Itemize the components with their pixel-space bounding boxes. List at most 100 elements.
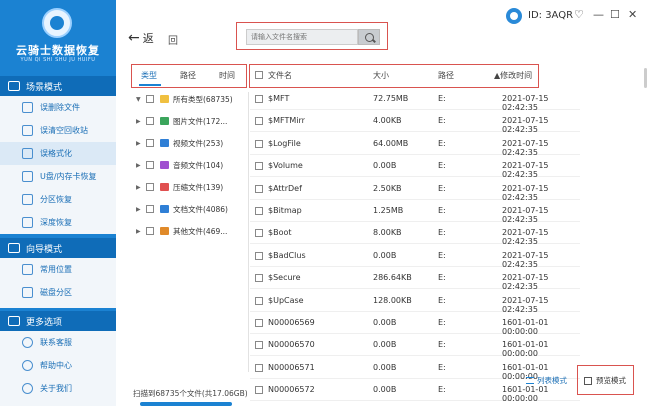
section-more-options[interactable]: 更多选项: [0, 311, 116, 331]
tree-checkbox[interactable]: [146, 205, 154, 213]
file-path: E:: [438, 161, 446, 171]
file-modified: 2021-07-15 02:42:35: [502, 161, 549, 180]
tree-checkbox[interactable]: [146, 183, 154, 191]
row-checkbox[interactable]: [255, 229, 263, 238]
sidebar-item-help[interactable]: 帮助中心: [0, 354, 116, 377]
expand-caret-icon[interactable]: ▶: [136, 228, 146, 235]
close-icon[interactable]: ✕: [628, 8, 637, 21]
row-checkbox[interactable]: [255, 363, 263, 372]
tree-item[interactable]: ▶ 图片文件(172...: [136, 114, 227, 128]
grid-icon: [584, 376, 592, 385]
file-row[interactable]: $Boot 8.00KB E: 2021-07-15 02:42:35: [250, 222, 580, 246]
file-row[interactable]: $Bitmap 1.25MB E: 2021-07-15 02:42:35: [250, 200, 580, 224]
sidebar-item-common-location[interactable]: 常用位置: [0, 258, 116, 281]
column-size[interactable]: 大小: [373, 70, 389, 81]
search-input[interactable]: [246, 29, 358, 45]
file-row[interactable]: $Volume 0.00B E: 2021-07-15 02:42:35: [250, 155, 580, 180]
refresh-button[interactable]: 回: [168, 32, 178, 47]
row-checkbox[interactable]: [255, 274, 263, 283]
sidebar-item-deleted-files[interactable]: 误删除文件: [0, 96, 116, 119]
preview-mode-button[interactable]: 预览模式: [584, 375, 626, 386]
section-wizard-mode[interactable]: 向导模式: [0, 238, 116, 258]
file-size: 286.64KB: [373, 273, 412, 283]
tree-item[interactable]: ▶ 文档文件(4086): [136, 202, 228, 216]
row-checkbox[interactable]: [255, 162, 263, 171]
sidebar-item-usb[interactable]: U盘/内存卡恢复: [0, 165, 116, 188]
tree-checkbox[interactable]: [146, 227, 154, 235]
row-checkbox[interactable]: [255, 386, 263, 395]
row-checkbox[interactable]: [255, 184, 263, 193]
wizard-icon: [8, 243, 20, 253]
column-name[interactable]: 文件名: [268, 70, 292, 81]
file-size: 128.00KB: [373, 295, 412, 305]
row-checkbox[interactable]: [255, 296, 263, 305]
sidebar-item-about[interactable]: 关于我们: [0, 377, 116, 400]
file-path: E:: [438, 318, 446, 327]
row-checkbox[interactable]: [255, 95, 263, 103]
expand-caret-icon[interactable]: ▶: [136, 162, 146, 169]
section-title: 更多选项: [26, 317, 63, 328]
select-all-checkbox[interactable]: [255, 71, 263, 79]
sidebar-item-recycle-bin[interactable]: 误清空回收站: [0, 119, 116, 142]
row-checkbox[interactable]: [255, 341, 263, 350]
row-checkbox[interactable]: [255, 117, 263, 126]
tree-item[interactable]: ▶ 其他文件(469...: [136, 224, 227, 238]
tree-item[interactable]: ▶ 视频文件(253): [136, 136, 223, 150]
tree-item-label: 所有类型(68735): [173, 94, 233, 104]
recycle-bin-icon: [22, 125, 33, 136]
file-row[interactable]: N00006570 0.00B E: 1601-01-01 00:00:00: [250, 334, 580, 358]
expand-caret-icon[interactable]: ▶: [136, 118, 146, 125]
tree-item[interactable]: ▶ 音频文件(104): [136, 158, 223, 172]
tree-checkbox[interactable]: [146, 117, 154, 125]
column-path[interactable]: 路径: [438, 70, 454, 81]
partition-icon: [22, 194, 33, 205]
deep-scan-icon: [22, 217, 33, 228]
file-row[interactable]: $MFTMirr 4.00KB E: 2021-07-15 02:42:35: [250, 110, 580, 134]
tab-path[interactable]: 路径: [180, 70, 196, 81]
tree-item[interactable]: ▼ 所有类型(68735): [136, 92, 233, 106]
tab-type[interactable]: 类型: [141, 70, 157, 81]
row-checkbox[interactable]: [255, 251, 263, 260]
sidebar-item-format[interactable]: 误格式化: [0, 142, 116, 165]
file-modified: 2021-07-15 02:42:35: [502, 206, 549, 224]
row-checkbox[interactable]: [255, 207, 263, 215]
minimize-icon[interactable]: —: [593, 8, 604, 21]
sidebar-item-support[interactable]: 联系客服: [0, 331, 116, 354]
column-modified[interactable]: ▲修改时间: [494, 70, 532, 81]
file-row[interactable]: $Secure 286.64KB E: 2021-07-15 02:42:35: [250, 267, 580, 291]
tree-checkbox[interactable]: [146, 95, 154, 103]
sidebar-item-deep-scan[interactable]: 深度恢复: [0, 211, 116, 234]
expand-caret-icon[interactable]: ▶: [136, 140, 146, 147]
file-row[interactable]: $MFT 72.75MB E: 2021-07-15 02:42:35: [250, 88, 580, 112]
sidebar-item-disk-partition[interactable]: 磁盘分区: [0, 281, 116, 304]
usb-icon: [22, 171, 33, 182]
file-row[interactable]: $UpCase 128.00KB E: 2021-07-15 02:42:35: [250, 290, 580, 314]
file-modified: 2021-07-15 02:42:35: [502, 138, 549, 157]
favorite-icon[interactable]: ♡: [574, 8, 584, 21]
back-button[interactable]: ← 返: [128, 30, 154, 46]
list-mode-button[interactable]: 列表模式: [526, 375, 567, 386]
file-row[interactable]: $AttrDef 2.50KB E: 2021-07-15 02:42:35: [250, 178, 580, 202]
app-logo: 云骑士数据恢复 YUN QI SHI SHU JU HUIFU: [0, 0, 116, 72]
row-checkbox[interactable]: [255, 139, 263, 148]
file-size: 0.00B: [373, 161, 397, 171]
tree-item-label: 文档文件(4086): [173, 204, 228, 214]
section-scene-mode[interactable]: 场景模式: [0, 76, 116, 96]
expand-caret-icon[interactable]: ▼: [136, 96, 146, 103]
file-row[interactable]: $LogFile 64.00MB E: 2021-07-15 02:42:35: [250, 133, 580, 157]
file-row[interactable]: $BadClus 0.00B E: 2021-07-15 02:42:35: [250, 245, 580, 269]
row-checkbox[interactable]: [255, 319, 263, 327]
expand-caret-icon[interactable]: ▶: [136, 206, 146, 213]
file-size: 1.25MB: [373, 206, 404, 215]
scrollbar[interactable]: [644, 68, 647, 88]
file-row[interactable]: N00006569 0.00B E: 1601-01-01 00:00:00: [250, 312, 580, 336]
sidebar-item-partition[interactable]: 分区恢复: [0, 188, 116, 211]
tree-checkbox[interactable]: [146, 161, 154, 169]
tree-item[interactable]: ▶ 压缩文件(139): [136, 180, 223, 194]
search-icon[interactable]: [358, 29, 380, 45]
maximize-icon[interactable]: ☐: [610, 8, 620, 21]
tree-checkbox[interactable]: [146, 139, 154, 147]
common-location-icon: [22, 264, 33, 275]
tab-time[interactable]: 时间: [219, 70, 235, 81]
expand-caret-icon[interactable]: ▶: [136, 184, 146, 191]
